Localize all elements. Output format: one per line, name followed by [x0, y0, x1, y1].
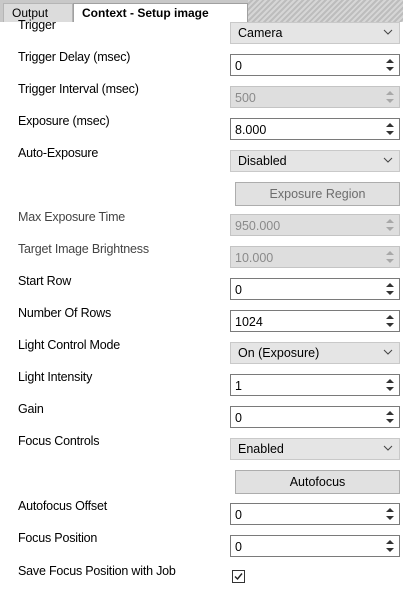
tab-context-setup-image[interactable]: Context - Setup image — [73, 3, 248, 22]
trigger-delay-row: Trigger Delay (msec) 0 — [0, 50, 403, 84]
exposure-region-button[interactable]: Exposure Region — [235, 182, 400, 206]
focus-controls-label: Focus Controls — [18, 434, 100, 448]
exposure-spinbox[interactable]: 8.000 — [230, 118, 400, 140]
target-brightness-label: Target Image Brightness — [18, 242, 149, 256]
light-intensity-value: 1 — [235, 379, 242, 393]
tab-bar-background — [248, 0, 403, 22]
light-control-mode-value: On (Exposure) — [238, 346, 320, 360]
spin-arrows-icon — [382, 215, 399, 235]
spin-arrows-icon[interactable] — [382, 55, 399, 75]
trigger-value: Camera — [238, 26, 283, 40]
focus-position-value: 0 — [235, 540, 242, 554]
spin-arrows-icon[interactable] — [382, 311, 399, 331]
trigger-delay-label: Trigger Delay (msec) — [18, 50, 131, 64]
spin-arrows-icon[interactable] — [382, 375, 399, 395]
gain-spinbox[interactable]: 0 — [230, 406, 400, 428]
trigger-interval-spinbox: 500 — [230, 86, 400, 108]
chevron-down-icon — [383, 349, 393, 355]
save-focus-position-label: Save Focus Position with Job — [18, 564, 176, 578]
focus-position-row: Focus Position 0 — [0, 531, 403, 565]
number-of-rows-spinbox[interactable]: 1024 — [230, 310, 400, 332]
gain-row: Gain 0 — [0, 402, 403, 436]
gain-label: Gain — [18, 402, 44, 416]
autofocus-offset-value: 0 — [235, 508, 242, 522]
number-of-rows-row: Number Of Rows 1024 — [0, 306, 403, 340]
focus-position-label: Focus Position — [18, 531, 98, 545]
light-intensity-spinbox[interactable]: 1 — [230, 374, 400, 396]
auto-exposure-row: Auto-Exposure Disabled — [0, 146, 403, 180]
max-exposure-time-label: Max Exposure Time — [18, 210, 126, 224]
autofocus-offset-label: Autofocus Offset — [18, 499, 107, 513]
auto-exposure-dropdown[interactable]: Disabled — [230, 150, 400, 172]
spin-arrows-icon — [382, 87, 399, 107]
spin-arrows-icon[interactable] — [382, 407, 399, 427]
chevron-down-icon — [383, 445, 393, 451]
spin-arrows-icon[interactable] — [382, 504, 399, 524]
max-exposure-time-row: Max Exposure Time 950.000 — [0, 210, 403, 244]
focus-controls-row: Focus Controls Enabled — [0, 434, 403, 468]
trigger-interval-row: Trigger Interval (msec) 500 — [0, 82, 403, 116]
trigger-dropdown[interactable]: Camera — [230, 22, 400, 44]
light-intensity-row: Light Intensity 1 — [0, 370, 403, 404]
start-row-value: 0 — [235, 283, 242, 297]
focus-controls-dropdown[interactable]: Enabled — [230, 438, 400, 460]
trigger-delay-spinbox[interactable]: 0 — [230, 54, 400, 76]
chevron-down-icon — [383, 157, 393, 163]
spin-arrows-icon[interactable] — [382, 279, 399, 299]
save-focus-position-row: Save Focus Position with Job — [0, 564, 403, 598]
setup-image-panel: Trigger Camera Trigger Delay (msec) 0 Tr… — [0, 18, 403, 610]
spin-arrows-icon — [382, 247, 399, 267]
target-brightness-value: 10.000 — [235, 251, 274, 265]
trigger-label: Trigger — [18, 18, 56, 32]
gain-value: 0 — [235, 411, 242, 425]
focus-position-spinbox[interactable]: 0 — [230, 535, 400, 557]
checkmark-icon — [234, 573, 243, 581]
autofocus-offset-row: Autofocus Offset 0 — [0, 499, 403, 533]
trigger-interval-label: Trigger Interval (msec) — [18, 82, 139, 96]
start-row-row: Start Row 0 — [0, 274, 403, 308]
exposure-value: 8.000 — [235, 123, 267, 137]
target-brightness-spinbox: 10.000 — [230, 246, 400, 268]
start-row-label: Start Row — [18, 274, 72, 288]
number-of-rows-label: Number Of Rows — [18, 306, 112, 320]
trigger-delay-value: 0 — [235, 59, 242, 73]
light-control-mode-dropdown[interactable]: On (Exposure) — [230, 342, 400, 364]
start-row-spinbox[interactable]: 0 — [230, 278, 400, 300]
save-focus-position-checkbox[interactable] — [232, 570, 245, 583]
auto-exposure-label: Auto-Exposure — [18, 146, 99, 160]
tab-bar: Output Context - Setup image — [0, 0, 403, 22]
exposure-label: Exposure (msec) — [18, 114, 110, 128]
autofocus-row: Autofocus — [0, 470, 403, 500]
spin-arrows-icon[interactable] — [382, 119, 399, 139]
trigger-interval-value: 500 — [235, 91, 256, 105]
number-of-rows-value: 1024 — [235, 315, 263, 329]
focus-controls-value: Enabled — [238, 442, 284, 456]
exposure-region-row: Exposure Region — [0, 182, 403, 212]
light-control-mode-row: Light Control Mode On (Exposure) — [0, 338, 403, 372]
light-intensity-label: Light Intensity — [18, 370, 93, 384]
auto-exposure-value: Disabled — [238, 154, 287, 168]
autofocus-offset-spinbox[interactable]: 0 — [230, 503, 400, 525]
autofocus-button[interactable]: Autofocus — [235, 470, 400, 494]
spin-arrows-icon[interactable] — [382, 536, 399, 556]
max-exposure-time-spinbox: 950.000 — [230, 214, 400, 236]
chevron-down-icon — [383, 29, 393, 35]
exposure-row: Exposure (msec) 8.000 — [0, 114, 403, 148]
target-brightness-row: Target Image Brightness 10.000 — [0, 242, 403, 276]
light-control-mode-label: Light Control Mode — [18, 338, 121, 352]
trigger-row: Trigger Camera — [0, 18, 403, 52]
max-exposure-time-value: 950.000 — [235, 219, 281, 233]
